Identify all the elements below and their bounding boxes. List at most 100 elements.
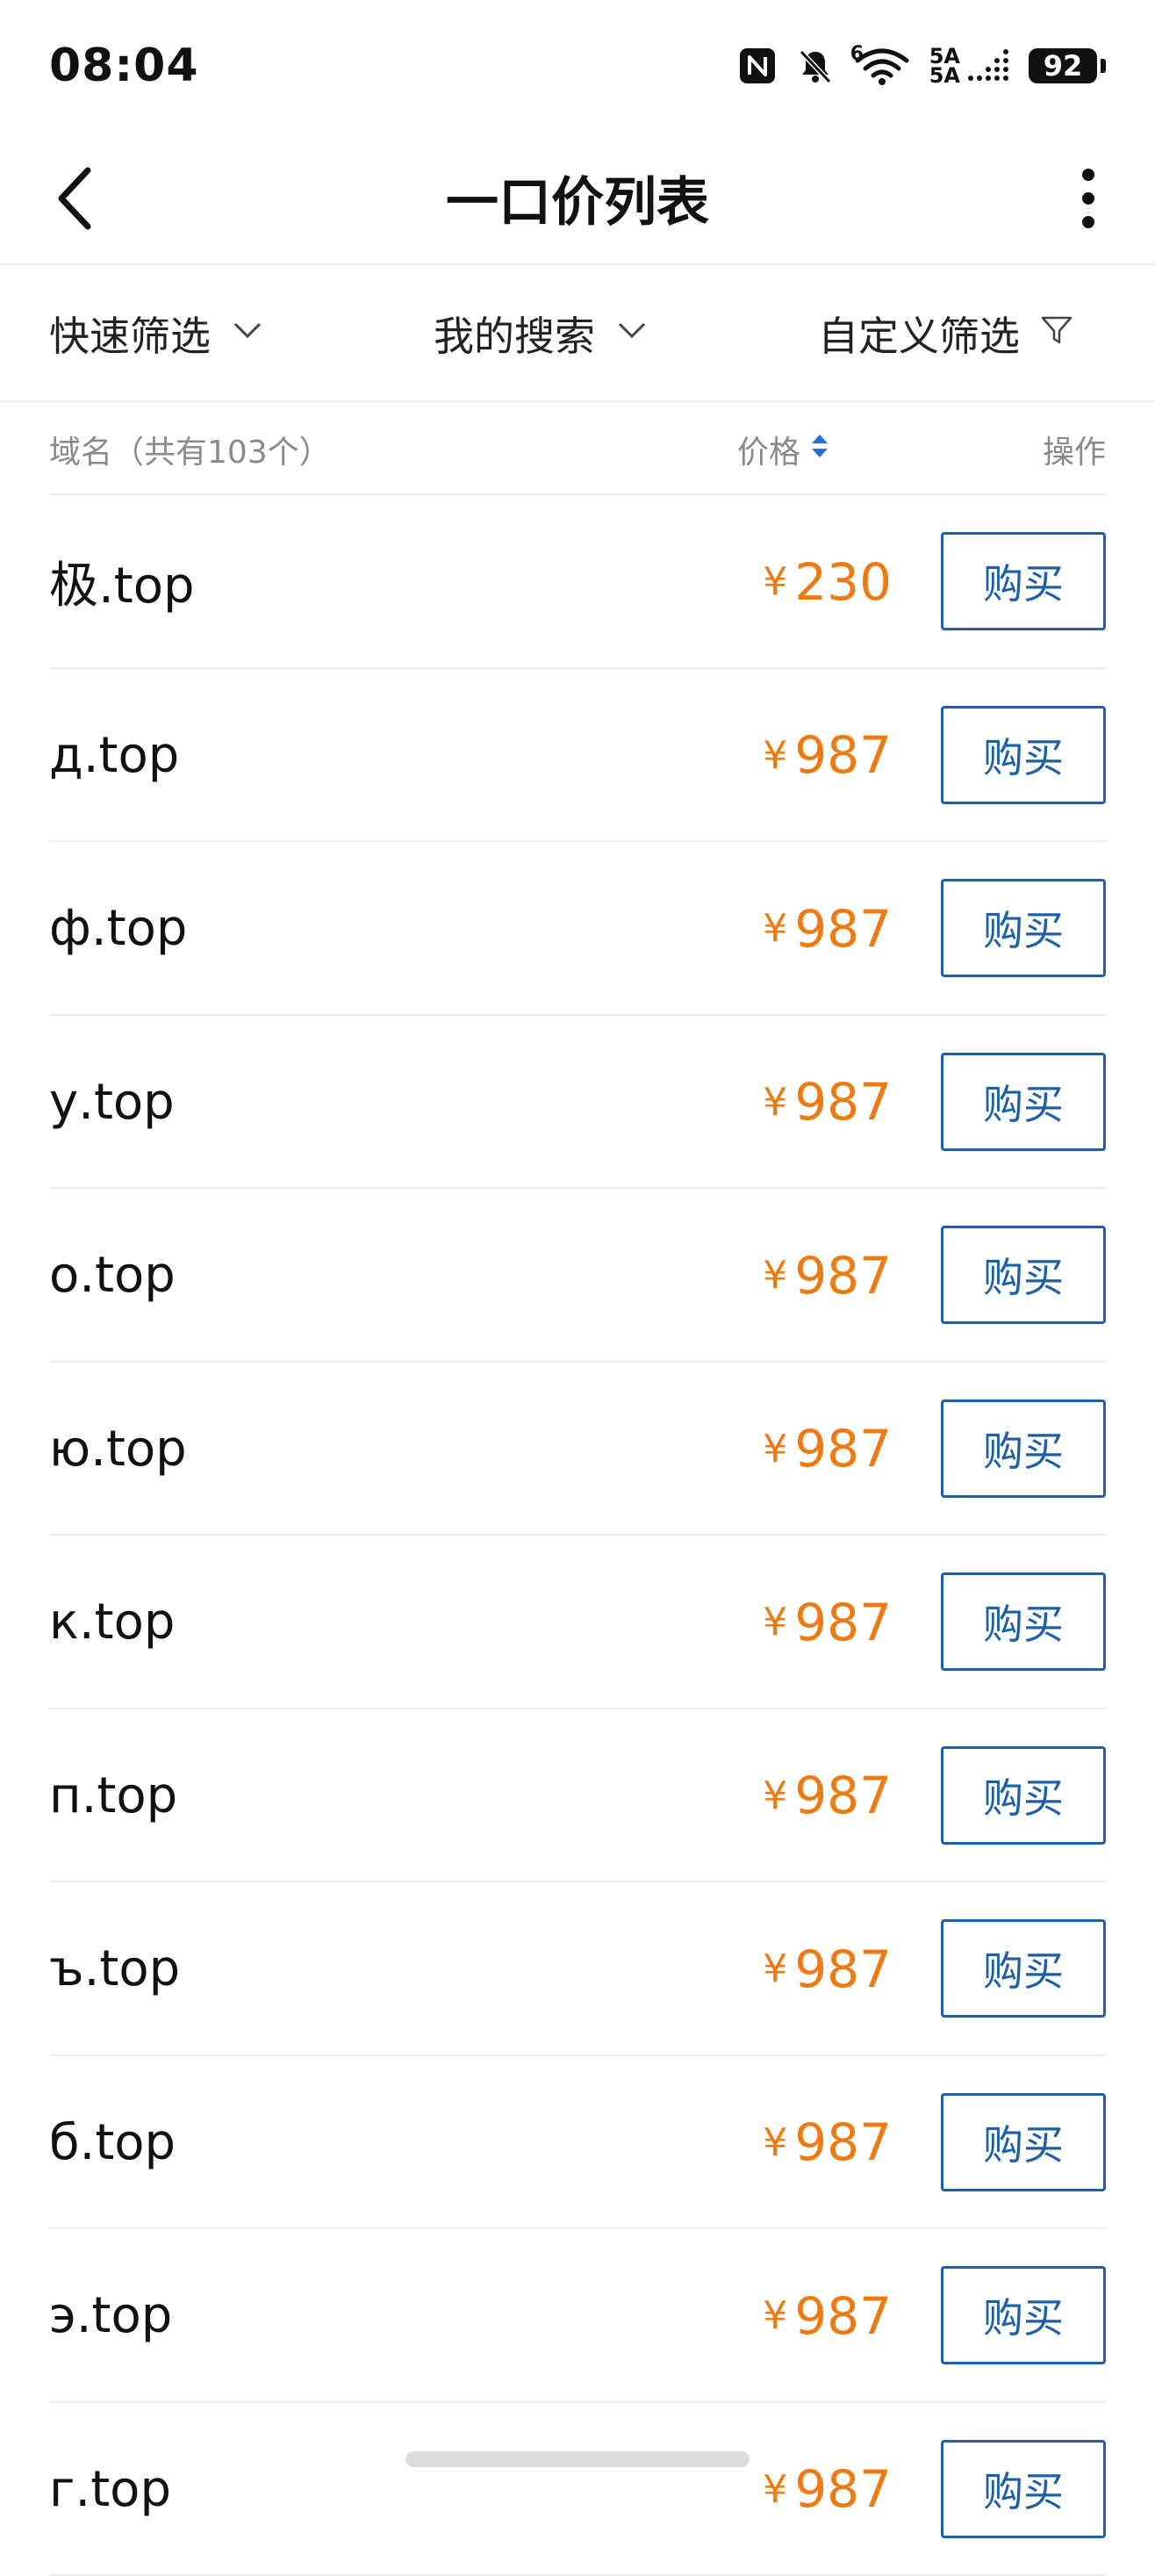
price-value: 987 (794, 1419, 892, 1479)
filter-icon (1039, 310, 1074, 357)
price: ¥230 (716, 495, 892, 669)
table-row[interactable]: э.top ¥987 购买 (49, 2229, 1106, 2403)
table-row[interactable]: 极.top ¥230 购买 (49, 495, 1106, 669)
table-row[interactable]: д.top ¥987 购买 (49, 669, 1106, 843)
table-header: 域名（共有103个） 价格 操作 (49, 404, 1106, 495)
chevron-down-icon (230, 310, 265, 357)
price-value: 987 (794, 725, 892, 785)
my-search-dropdown[interactable]: 我的搜索 (434, 265, 649, 402)
home-indicator (405, 2451, 750, 2467)
table-row[interactable]: п.top ¥987 购买 (49, 1709, 1106, 1883)
price-value: 987 (794, 2459, 892, 2519)
mute-bell-icon (796, 47, 835, 85)
price: ¥987 (716, 1882, 892, 2056)
quick-filter-dropdown[interactable]: 快速筛选 (49, 265, 265, 402)
table-row[interactable]: ъ.top ¥987 购买 (49, 1882, 1106, 2056)
currency-symbol: ¥ (763, 1253, 787, 1298)
buy-button[interactable]: 购买 (941, 2440, 1106, 2538)
price: ¥987 (716, 1189, 892, 1363)
custom-filter-label: 自定义筛选 (818, 305, 1020, 363)
domain-name: п.top (49, 1709, 177, 1883)
battery-level: 92 (1029, 48, 1097, 83)
domain-name: ю.top (49, 1363, 187, 1536)
price-column-header[interactable]: 价格 (737, 404, 830, 495)
buy-button[interactable]: 购买 (941, 1226, 1106, 1324)
table-row[interactable]: у.top ¥987 购买 (49, 1016, 1106, 1190)
domain-name: ф.top (49, 842, 187, 1016)
buy-button[interactable]: 购买 (941, 1746, 1106, 1845)
table-row[interactable]: ю.top ¥987 购买 (49, 1363, 1106, 1536)
filter-bar: 快速筛选 我的搜索 自定义筛选 (0, 265, 1155, 402)
chevron-down-icon (614, 310, 649, 357)
price: ¥987 (716, 2056, 892, 2230)
domain-name: к.top (49, 1536, 175, 1709)
price-value: 987 (794, 1939, 892, 1999)
domain-name: г.top (49, 2403, 171, 2576)
currency-symbol: ¥ (763, 559, 787, 604)
domain-name: ъ.top (49, 1882, 180, 2056)
domain-name: д.top (49, 669, 179, 843)
domain-list: 极.top ¥230 购买 д.top ¥987 购买 ф.top ¥987 购买 у.top ¥9… (49, 495, 1106, 2576)
currency-symbol: ¥ (763, 1080, 787, 1125)
domain-name: 极.top (49, 495, 195, 669)
price: ¥987 (716, 669, 892, 843)
status-icons: 6 5A 5A 92 (738, 47, 1106, 85)
buy-button[interactable]: 购买 (941, 879, 1106, 977)
more-icon[interactable] (1062, 163, 1115, 234)
sort-icon (809, 428, 830, 471)
price-value: 987 (794, 1766, 892, 1825)
price: ¥987 (716, 2229, 892, 2403)
table-row[interactable]: о.top ¥987 购买 (49, 1189, 1106, 1363)
currency-symbol: ¥ (763, 2120, 787, 2165)
action-column-header: 操作 (1043, 404, 1106, 495)
buy-button[interactable]: 购买 (941, 1053, 1106, 1151)
price: ¥987 (716, 1536, 892, 1709)
currency-symbol: ¥ (763, 906, 787, 951)
page-title: 一口价列表 (446, 160, 709, 236)
network-type-2: 5A (929, 66, 960, 85)
price-value: 987 (794, 1593, 892, 1652)
currency-symbol: ¥ (763, 1946, 787, 1991)
table-row[interactable]: б.top¥987购买 (49, 2056, 1106, 2230)
currency-symbol: ¥ (763, 733, 787, 778)
battery-icon: 92 (1029, 48, 1106, 83)
currency-symbol: ¥ (763, 1427, 787, 1471)
buy-button[interactable]: 购买 (941, 532, 1106, 630)
buy-button[interactable]: 购买 (941, 1919, 1106, 2018)
currency-symbol: ¥ (763, 2293, 787, 2338)
domain-name: о.top (49, 1189, 176, 1363)
price: ¥987 (716, 1363, 892, 1536)
buy-button[interactable]: 购买 (941, 1572, 1106, 1671)
domain-name: э.top (49, 2229, 172, 2403)
cellular-signal-icon: 5A 5A (929, 47, 1009, 85)
custom-filter-button[interactable]: 自定义筛选 (818, 265, 1074, 402)
price-value: 987 (794, 899, 892, 959)
my-search-label: 我的搜索 (434, 305, 595, 363)
wifi-superscript: 6 (850, 43, 864, 65)
price: ¥987 (716, 1016, 892, 1190)
table-row[interactable]: г.top ¥987 购买 (49, 2403, 1106, 2576)
domain-name: у.top (49, 1016, 175, 1190)
price: ¥987 (716, 2403, 892, 2576)
price-value: 987 (794, 1072, 892, 1132)
back-icon[interactable] (49, 163, 102, 234)
price: ¥987 (716, 1709, 892, 1883)
wifi-icon: 6 (854, 47, 910, 85)
nfc-icon (738, 47, 777, 85)
price: ¥987 (716, 842, 892, 1016)
price-value: 987 (794, 1246, 892, 1306)
buy-button[interactable]: 购买 (941, 2093, 1106, 2191)
nav-bar: 一口价列表 (0, 132, 1155, 265)
currency-symbol: ¥ (763, 1600, 787, 1644)
buy-button[interactable]: 购买 (941, 706, 1106, 804)
table-row[interactable]: к.top ¥987 购买 (49, 1536, 1106, 1709)
status-time: 08:04 (49, 40, 199, 92)
currency-symbol: ¥ (763, 2467, 787, 2512)
buy-button[interactable]: 购买 (941, 1400, 1106, 1498)
price-value: 230 (794, 552, 892, 612)
buy-button[interactable]: 购买 (941, 2266, 1106, 2364)
table-row[interactable]: ф.top ¥987 购买 (49, 842, 1106, 1016)
status-bar: 08:04 6 5 (0, 0, 1155, 132)
domain-column-header: 域名（共有103个） (49, 404, 331, 495)
price-value: 987 (794, 2286, 892, 2346)
